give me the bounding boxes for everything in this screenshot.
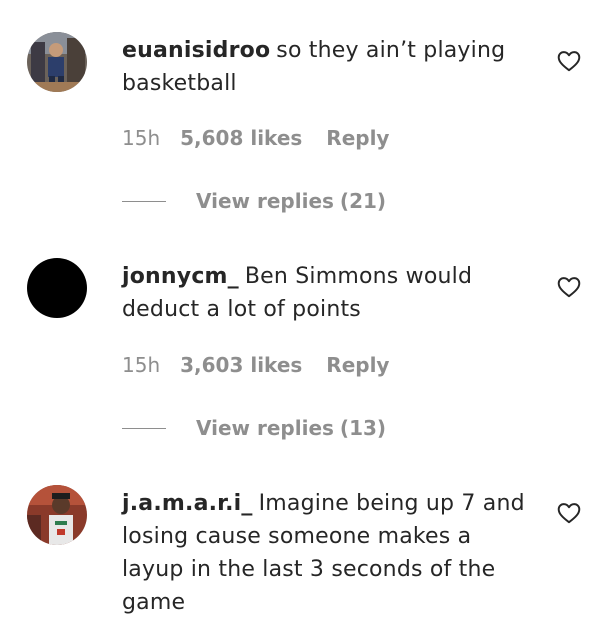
avatar[interactable]	[27, 32, 87, 92]
avatar[interactable]	[27, 485, 87, 545]
view-replies-count: (13)	[339, 416, 387, 440]
username-link[interactable]: jonnycm_	[122, 264, 239, 289]
comment-text: euanisidroo so they ain’t playing basketb…	[122, 34, 532, 100]
avatar[interactable]	[27, 258, 87, 318]
comment-meta: 15h 3,603 likes Reply	[122, 353, 389, 377]
view-replies-button[interactable]: View replies (13)	[122, 413, 386, 443]
reply-button[interactable]: Reply	[326, 126, 389, 150]
likes-count[interactable]: 5,608 likes	[180, 126, 302, 150]
heart-icon[interactable]	[556, 500, 582, 526]
timestamp: 15h	[122, 126, 161, 150]
comment-text: jonnycm_ Ben Simmons would deduct a lot o…	[122, 260, 532, 326]
comment-meta: 15h 5,608 likes Reply	[122, 126, 389, 150]
username-link[interactable]: j.a.m.a.r.i_	[122, 491, 253, 516]
view-replies-count: (21)	[339, 189, 387, 213]
heart-icon[interactable]	[556, 48, 582, 74]
view-replies-label: View replies	[196, 416, 334, 440]
view-replies-label: View replies	[196, 189, 334, 213]
timestamp: 15h	[122, 353, 161, 377]
divider-line	[122, 427, 166, 429]
divider-line	[122, 200, 166, 202]
reply-button[interactable]: Reply	[326, 353, 389, 377]
comment-text: j.a.m.a.r.i_ Imagine being up 7 and losin…	[122, 487, 532, 619]
view-replies-button[interactable]: View replies (21)	[122, 186, 386, 216]
heart-icon[interactable]	[556, 274, 582, 300]
username-link[interactable]: euanisidroo	[122, 38, 270, 63]
likes-count[interactable]: 3,603 likes	[180, 353, 302, 377]
